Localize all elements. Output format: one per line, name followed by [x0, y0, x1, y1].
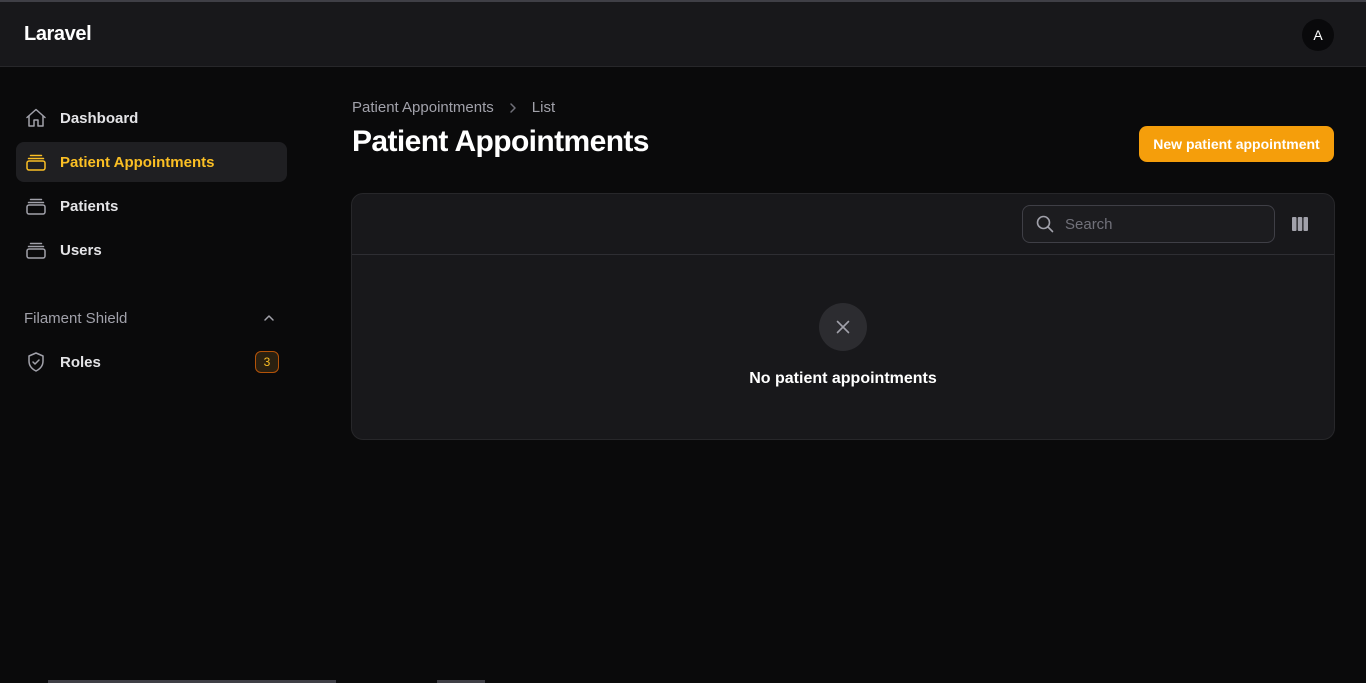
- sidebar-item-dashboard[interactable]: Dashboard: [16, 98, 287, 138]
- sidebar-item-label: Dashboard: [60, 109, 139, 127]
- search-field[interactable]: [1022, 205, 1275, 243]
- table-card: No patient appointments: [351, 193, 1335, 440]
- count-badge: 3: [255, 351, 279, 373]
- breadcrumb-current: List: [531, 99, 556, 116]
- chevron-right-icon: [506, 101, 520, 115]
- rectangle-stack-icon: [24, 150, 48, 174]
- breadcrumb-parent[interactable]: Patient Appointments: [352, 99, 494, 116]
- user-avatar[interactable]: A: [1302, 19, 1334, 51]
- rectangle-stack-icon: [24, 238, 48, 262]
- sidebar-item-patient-appointments[interactable]: Patient Appointments: [16, 142, 287, 182]
- nav-group-label: Filament Shield: [24, 310, 128, 327]
- sidebar-item-users[interactable]: Users: [16, 230, 287, 270]
- sidebar: Dashboard Patient Appointments Patients …: [0, 67, 304, 683]
- page-title: Patient Appointments: [352, 125, 650, 158]
- brand-logo[interactable]: Laravel: [24, 23, 92, 46]
- rectangle-stack-icon: [24, 194, 48, 218]
- search-icon: [1035, 214, 1055, 234]
- shield-check-icon: [24, 350, 48, 374]
- search-input[interactable]: [1065, 215, 1265, 233]
- table-toolbar: [352, 194, 1334, 255]
- sidebar-item-roles[interactable]: Roles 3: [16, 342, 287, 382]
- sidebar-item-label: Roles: [60, 353, 101, 371]
- home-icon: [24, 106, 48, 130]
- chevron-up-icon[interactable]: [261, 310, 277, 326]
- sidebar-item-label: Patient Appointments: [60, 153, 215, 171]
- top-bar: Laravel A: [0, 0, 1366, 67]
- breadcrumb: Patient Appointments List: [352, 99, 555, 116]
- empty-state-heading: No patient appointments: [749, 370, 937, 387]
- sidebar-item-patients[interactable]: Patients: [16, 186, 287, 226]
- sidebar-item-label: Patients: [60, 197, 119, 215]
- x-mark-icon: [819, 303, 867, 351]
- new-patient-appointment-button[interactable]: New patient appointment: [1139, 126, 1334, 162]
- column-toggle-icon[interactable]: [1290, 214, 1310, 234]
- sidebar-item-label: Users: [60, 241, 102, 259]
